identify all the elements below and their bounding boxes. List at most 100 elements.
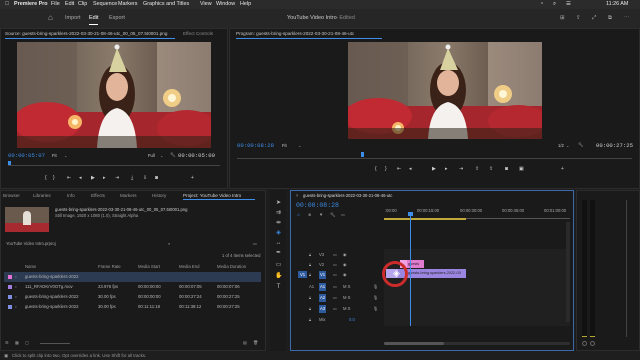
linked-select-icon[interactable]: ⊗ xyxy=(308,212,312,217)
menu-clip[interactable]: Clip xyxy=(78,0,87,9)
mark-out-icon[interactable]: } xyxy=(385,166,387,172)
comparison-icon[interactable]: ▣ xyxy=(519,166,524,172)
timeline-timecode[interactable]: 00:00:08:28 xyxy=(296,202,339,209)
voiceover-icon[interactable]: 🎙︎ xyxy=(373,293,378,303)
captions-icon[interactable]: ▭ xyxy=(341,212,345,217)
track-sync-icon[interactable]: ▭ xyxy=(333,250,337,260)
horizontal-scrollbar-thumb[interactable] xyxy=(384,342,444,345)
tab-export[interactable]: Export xyxy=(109,15,125,21)
track-header-a2[interactable]: 🔒︎ A2 ▭ M S 🎙︎ xyxy=(293,293,383,303)
quick-export-icon[interactable]: ⇪ xyxy=(576,15,581,21)
table-row[interactable]: ▫ guests-bring-sparklers-2022 30.00 fps … xyxy=(4,292,261,302)
control-center-icon[interactable]: ☰ xyxy=(566,0,571,9)
step-forward-icon[interactable]: ▸ xyxy=(103,175,106,181)
timeline-close-icon[interactable]: × xyxy=(296,193,298,198)
export-frame-icon[interactable]: ◙ xyxy=(505,166,508,172)
home-icon[interactable]: ⌂ xyxy=(48,13,53,22)
track-lock-icon[interactable]: 🔒︎ xyxy=(309,315,311,325)
source-timecode[interactable]: 00:00:05:07 xyxy=(8,152,45,159)
source-full-chevron-icon[interactable]: ⌄ xyxy=(160,153,164,158)
source-wrench-icon[interactable]: 🔧︎ xyxy=(170,152,175,158)
track-header-v2[interactable]: 🔒︎ V2 ▭ ◉ xyxy=(293,260,383,270)
overwrite-icon[interactable]: ⇩ xyxy=(143,175,147,181)
track-sync-icon[interactable]: ▭ xyxy=(333,282,337,292)
playhead-handle[interactable] xyxy=(408,212,413,216)
workspaces-icon[interactable]: ⊞ xyxy=(560,15,565,21)
fullscreen-icon[interactable]: ⤢ xyxy=(592,15,596,22)
step-forward-icon[interactable]: ▸ xyxy=(445,166,448,172)
pen-tool-icon[interactable]: ✒ xyxy=(275,250,282,257)
work-area-bar[interactable] xyxy=(384,218,466,220)
lift-icon[interactable]: ⇧ xyxy=(475,166,479,172)
track-eye-icon[interactable]: ◉ xyxy=(343,270,347,280)
solo-right-icon[interactable] xyxy=(590,341,595,346)
mark-in-icon[interactable]: { xyxy=(375,166,377,172)
step-back-icon[interactable]: ◂ xyxy=(79,175,82,181)
razor-tool-icon[interactable]: ◈ xyxy=(275,230,282,237)
go-to-in-icon[interactable]: ⇤ xyxy=(397,166,401,172)
column-media-start[interactable]: Media Start xyxy=(138,262,160,272)
freeform-view-icon[interactable]: ▢ xyxy=(25,340,29,345)
extract-icon[interactable]: ⇪ xyxy=(489,166,493,172)
mark-in-icon[interactable]: { xyxy=(45,175,47,181)
type-tool-icon[interactable]: T xyxy=(275,284,282,291)
menu-window[interactable]: Window xyxy=(216,0,235,9)
snap-icon[interactable]: ⊂ xyxy=(297,212,301,217)
track-lock-icon[interactable]: 🔒︎ xyxy=(309,293,311,303)
voiceover-icon[interactable]: 🎙︎ xyxy=(373,304,378,314)
rectangle-tool-icon[interactable]: ▭ xyxy=(275,262,282,269)
track-select-tool-icon[interactable]: ⇉ xyxy=(275,210,282,217)
mix-value[interactable]: 0.0 xyxy=(349,315,355,325)
program-timecode[interactable]: 00:00:08:28 xyxy=(237,142,274,149)
source-full-dropdown[interactable]: Full xyxy=(148,153,155,158)
program-tab[interactable]: Program: guests-bring-sparklers-2022-03-… xyxy=(236,29,354,38)
effect-controls-tab[interactable]: Effect Controls xyxy=(183,29,213,38)
vertical-scrollbar[interactable] xyxy=(566,222,570,322)
menu-file[interactable]: File xyxy=(51,0,60,9)
track-sync-icon[interactable]: ▭ xyxy=(333,304,337,314)
add-icon[interactable]: + xyxy=(191,175,194,181)
track-lock-icon[interactable]: 🔒︎ xyxy=(309,270,311,280)
program-fit-dropdown[interactable]: Fit xyxy=(282,143,287,148)
hand-tool-icon[interactable]: ✋ xyxy=(275,273,282,280)
column-media-end[interactable]: Media End xyxy=(179,262,200,272)
new-item-icon[interactable]: ▤ xyxy=(243,340,247,345)
step-back-icon[interactable]: ◂ xyxy=(409,166,412,172)
track-lock-icon[interactable]: 🔒︎ xyxy=(309,250,311,260)
menu-graphics[interactable]: Graphics and Titles xyxy=(143,0,189,9)
program-ratio-dropdown[interactable]: 1/2 xyxy=(558,143,564,148)
tab-history[interactable]: History xyxy=(152,193,166,198)
source-scrubber[interactable] xyxy=(8,163,220,166)
trash-icon[interactable]: 🗑︎ xyxy=(253,340,258,346)
track-lock-icon[interactable]: 🔒︎ xyxy=(309,260,311,270)
source-video-frame[interactable] xyxy=(17,42,211,148)
program-ratio-chevron-icon[interactable]: ⌄ xyxy=(566,143,570,148)
program-scrubber[interactable] xyxy=(237,156,632,159)
column-name[interactable]: Name xyxy=(25,262,36,272)
column-media-duration[interactable]: Media Duration xyxy=(217,262,246,272)
track-mute-solo[interactable]: M S xyxy=(343,304,350,314)
track-eye-icon[interactable]: ◉ xyxy=(343,250,347,260)
project-search-icon[interactable]: ⌕ xyxy=(168,241,170,246)
track-eye-icon[interactable]: ◉ xyxy=(343,260,347,270)
track-mute-solo[interactable]: M S xyxy=(343,293,350,303)
source-patch-v1[interactable]: V1 xyxy=(298,271,307,278)
list-view-icon[interactable]: ☰ xyxy=(5,340,9,345)
table-row[interactable]: ▫ 111_RFADKrV0OTg.mov 23.976 fps 00:00:0… xyxy=(4,282,261,292)
program-playhead[interactable] xyxy=(361,152,364,157)
track-header-a3[interactable]: 🔒︎ A3 ▭ M S 🎙︎ xyxy=(293,304,383,314)
play-icon[interactable]: ▶ xyxy=(432,166,436,172)
tab-browser[interactable]: Browser xyxy=(3,193,20,198)
insert-icon[interactable]: ⤓ xyxy=(131,175,133,181)
track-header-a1[interactable]: A1 A1 ▭ M S 🎙︎ xyxy=(293,282,383,292)
wifi-icon[interactable]: ◔ xyxy=(540,0,543,9)
timeline-sequence-tab[interactable]: guests-bring-sparklers-2022-03-30-21-08-… xyxy=(303,193,392,198)
settings-icon[interactable]: ⋯ xyxy=(624,15,630,21)
go-to-out-icon[interactable]: ⇥ xyxy=(459,166,463,172)
program-video-frame[interactable] xyxy=(348,42,542,139)
program-wrench-icon[interactable]: 🔧︎ xyxy=(578,142,583,148)
timeline-settings-icon[interactable]: 🔧︎ xyxy=(330,212,335,218)
track-lock-icon[interactable]: 🔒︎ xyxy=(309,304,311,314)
go-to-in-icon[interactable]: ⇤ xyxy=(67,175,71,181)
export-frame-icon[interactable]: ◙ xyxy=(155,175,158,181)
